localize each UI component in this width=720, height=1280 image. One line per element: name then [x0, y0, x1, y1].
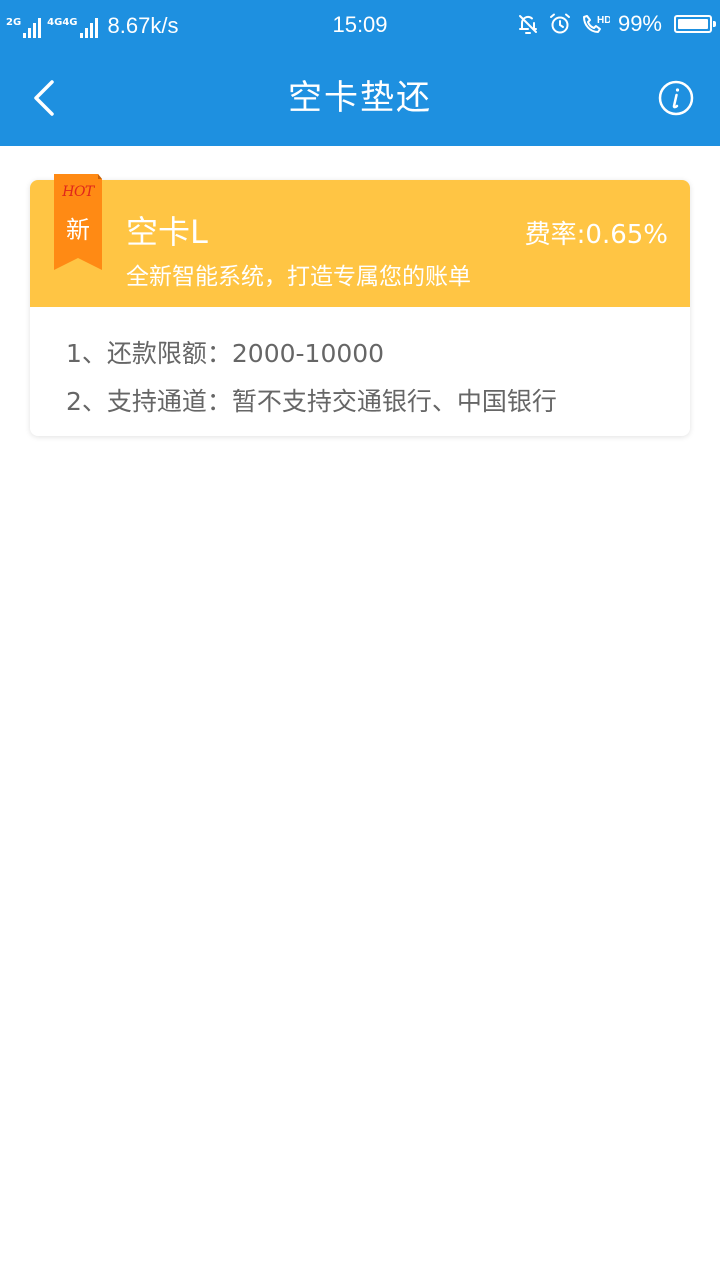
product-details: 1、还款限额：2000-10000 2、支持通道：暂不支持交通银行、中国银行	[66, 330, 557, 426]
info-circle-icon	[658, 80, 694, 116]
alarm-icon	[548, 12, 572, 36]
detail-item-limit: 1、还款限额：2000-10000	[66, 339, 385, 368]
status-bar: 2G 4G4G 8.67k/s 15:09 HD 99%	[0, 0, 720, 50]
battery-percent: 99%	[617, 11, 662, 36]
detail-item-channel: 2、支持通道：暂不支持交通银行、中国银行	[66, 387, 557, 416]
svg-text:HD: HD	[597, 15, 610, 26]
bell-off-icon	[516, 12, 540, 36]
hd-call-icon: HD	[580, 12, 610, 36]
product-description: 全新智能系统，打造专属您的账单	[126, 264, 471, 290]
ribbon-new-label: 新	[66, 216, 90, 244]
page-title: 空卡垫还	[288, 78, 432, 118]
product-card-header: HOT 新 空卡L 费率:0.65% 全新智能系统，打造专属您的账单	[30, 174, 690, 307]
battery-icon	[674, 15, 716, 33]
info-button[interactable]	[658, 80, 694, 116]
status-right: HD 99%	[516, 11, 716, 36]
back-button[interactable]	[20, 74, 68, 122]
ribbon-hot-label: HOT	[62, 184, 94, 200]
new-ribbon-badge: HOT 新	[54, 174, 102, 270]
product-card[interactable]: HOT 新 空卡L 费率:0.65% 全新智能系统，打造专属您的账单 1、还款限…	[30, 174, 690, 436]
product-name: 空卡L	[126, 213, 208, 251]
chevron-left-icon	[34, 80, 54, 116]
nav-bar: 空卡垫还	[0, 50, 720, 146]
product-rate: 费率:0.65%	[524, 220, 668, 250]
battery-fill	[678, 19, 708, 29]
